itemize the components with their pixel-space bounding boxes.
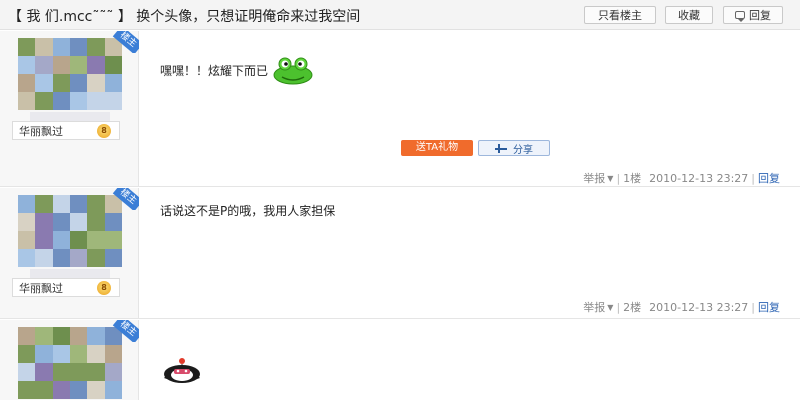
host-only-button[interactable]: 只看楼主 — [584, 6, 656, 24]
reply-link[interactable]: 回复 — [758, 170, 780, 186]
post-floor-2: 楼主 华丽飘过 8 话说这不是P的哦，我用人家担保 举报 ▼ | 2楼 2010… — [0, 188, 800, 319]
chevron-down-icon[interactable]: ▼ — [607, 303, 613, 312]
post-footer: 举报 ▼ | 1楼 2010-12-13 23:27 | 回复 — [583, 170, 780, 186]
host-badge: 楼主 — [112, 31, 139, 53]
level-star-icon: 8 — [97, 281, 111, 295]
thread-header: 【 我 们.mcc˜˜˜ 】 换个头像，只想证明俺命来过我空间 只看楼主 收藏 … — [0, 0, 800, 30]
level-star-icon: 8 — [97, 124, 111, 138]
reply-button-label: 回复 — [749, 9, 771, 22]
avatar[interactable] — [18, 327, 122, 399]
post-text: 嘿嘿！！炫耀下而已 — [160, 63, 269, 78]
report-link[interactable]: 举报 — [583, 170, 605, 186]
post-footer: 举报 ▼ | 2楼 2010-12-13 23:27 | 回复 — [583, 299, 780, 315]
favorite-button[interactable]: 收藏 — [665, 6, 713, 24]
post-author-sidebar: 楼主 — [0, 320, 139, 400]
post-author-sidebar: 楼主 华丽飘过 8 — [0, 188, 139, 318]
share-button[interactable]: 分享 — [478, 140, 550, 156]
post-floor-1: 楼主 华丽飘过 8 嘿嘿！！炫耀下而已 送TA礼物 分享 举报 ▼ | 1楼 2… — [0, 31, 800, 187]
post-floor-3: 楼主 — [0, 320, 800, 400]
send-gift-button[interactable]: 送TA礼物 — [401, 140, 473, 156]
username-link[interactable]: 华丽飘过 — [19, 123, 63, 139]
username-link[interactable]: 华丽飘过 — [19, 280, 63, 296]
frog-emoticon-icon — [273, 57, 313, 85]
reply-button[interactable]: 回复 — [723, 6, 783, 24]
user-card: 华丽飘过 8 — [12, 278, 120, 297]
penguin-emoticon-icon — [164, 358, 200, 383]
thread-title: 【 我 们.mcc˜˜˜ 】 换个头像，只想证明俺命来过我空间 — [8, 9, 361, 25]
floor-number: 2楼 — [623, 301, 642, 314]
report-link[interactable]: 举报 — [583, 299, 605, 315]
host-badge: 楼主 — [112, 188, 139, 210]
share-button-label: 分享 — [513, 144, 533, 156]
user-card: 华丽飘过 8 — [12, 121, 120, 140]
chevron-down-icon[interactable]: ▼ — [607, 174, 613, 183]
post-content: 嘿嘿！！炫耀下而已 — [160, 55, 314, 85]
avatar[interactable] — [18, 38, 122, 110]
host-badge: 楼主 — [112, 320, 139, 342]
post-text: 话说这不是P的哦，我用人家担保 — [160, 204, 336, 218]
post-author-sidebar: 楼主 华丽飘过 8 — [0, 31, 139, 186]
reply-icon — [735, 11, 745, 22]
post-timestamp: 2010-12-13 23:27 — [649, 171, 749, 185]
floor-number: 1楼 — [623, 172, 642, 185]
reply-link[interactable]: 回复 — [758, 299, 780, 315]
share-icon — [495, 143, 507, 153]
post-timestamp: 2010-12-13 23:27 — [649, 300, 749, 314]
avatar[interactable] — [18, 195, 122, 267]
post-content: 话说这不是P的哦，我用人家担保 — [160, 202, 335, 219]
